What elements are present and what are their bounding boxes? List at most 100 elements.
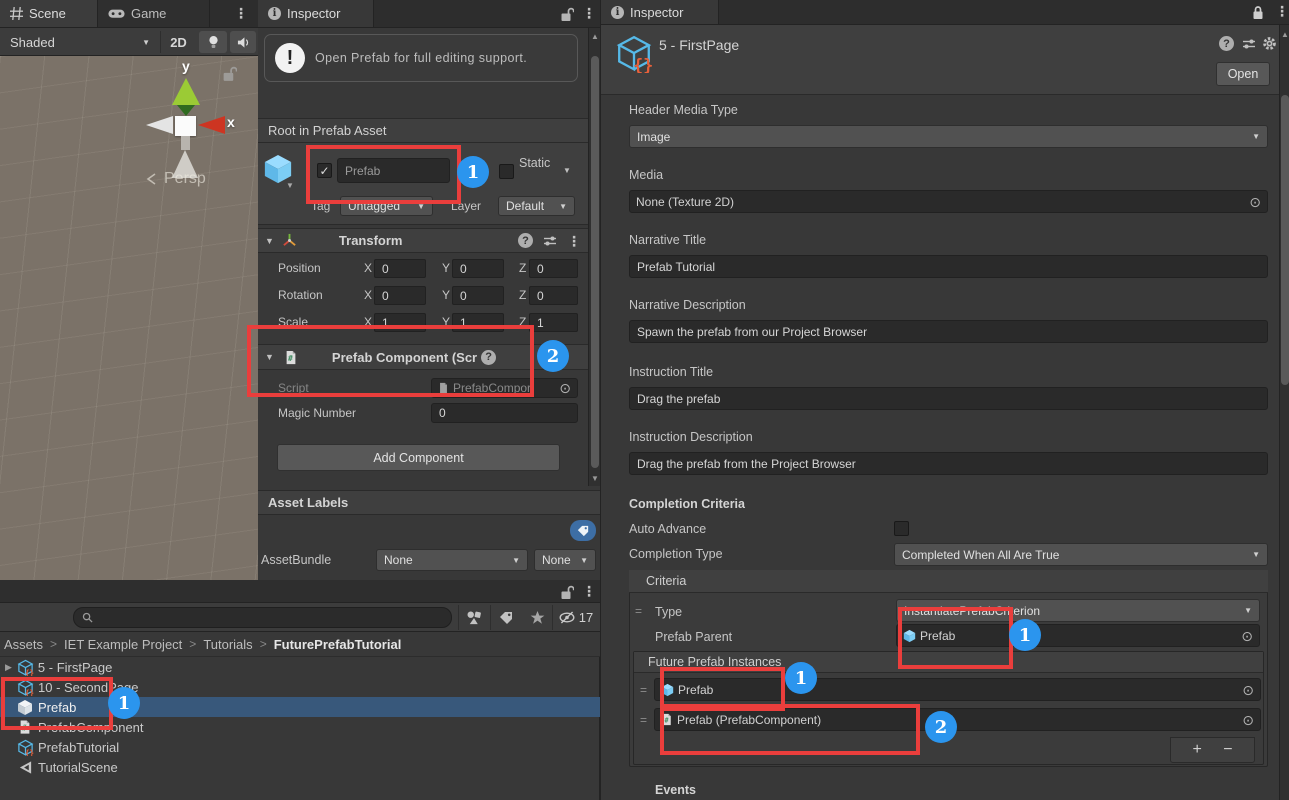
- add-component-button[interactable]: Add Component: [277, 444, 560, 471]
- presets-icon[interactable]: [1242, 37, 1256, 51]
- transform-header[interactable]: ▼ Transform ? ⋮: [258, 228, 590, 253]
- foldout-closed-icon[interactable]: ▶: [5, 662, 12, 673]
- completion-type-dropdown[interactable]: Completed When All Are True ▼: [894, 543, 1268, 566]
- presets-icon[interactable]: [543, 234, 557, 248]
- object-picker-icon[interactable]: ⊙: [1242, 713, 1254, 727]
- scroll-up-icon[interactable]: ▲: [1280, 30, 1289, 39]
- header-media-type-dropdown[interactable]: Image ▼: [629, 125, 1268, 148]
- tab-inspector-prefab[interactable]: i Inspector: [258, 0, 374, 27]
- scene-audio-button[interactable]: [230, 31, 256, 53]
- scale-y-field[interactable]: [452, 313, 504, 332]
- gear-icon[interactable]: [1262, 36, 1277, 51]
- instance-object-field-2[interactable]: # Prefab (PrefabComponent) ⊙: [654, 708, 1261, 731]
- drag-handle[interactable]: =: [635, 604, 642, 618]
- scroll-up-icon[interactable]: ▲: [590, 32, 600, 41]
- help-icon[interactable]: ?: [481, 350, 496, 365]
- tab-scene[interactable]: Scene: [0, 0, 98, 27]
- list-item-prefab-tutorial[interactable]: {} PrefabTutorial: [0, 737, 600, 757]
- inspector-scrollbar[interactable]: ▲: [1279, 25, 1289, 800]
- unlocked-icon[interactable]: [560, 585, 574, 600]
- list-item-prefab[interactable]: Prefab: [0, 697, 600, 717]
- foldout-open-icon[interactable]: ▼: [265, 236, 274, 246]
- auto-advance-checkbox[interactable]: [894, 521, 909, 536]
- list-item-prefab-component[interactable]: # PrefabComponent: [0, 717, 600, 737]
- scrollbar-thumb[interactable]: [591, 56, 599, 468]
- magic-number-field[interactable]: [431, 403, 578, 423]
- instance-object-field-1[interactable]: Prefab ⊙: [654, 678, 1261, 701]
- breadcrumb-assets[interactable]: Assets: [4, 637, 43, 652]
- rotation-y-field[interactable]: [452, 286, 504, 305]
- search-by-type-button[interactable]: [458, 605, 488, 630]
- breadcrumb-futureprefabtutorial[interactable]: FuturePrefabTutorial: [274, 637, 402, 652]
- foldout-open-icon[interactable]: ▼: [265, 352, 274, 362]
- scrollbar-thumb[interactable]: [1281, 95, 1289, 385]
- scene-menu-kebab[interactable]: ⋮: [234, 6, 248, 20]
- open-button[interactable]: Open: [1216, 62, 1270, 86]
- icon-chevron-down[interactable]: ▼: [286, 181, 294, 190]
- hidden-count-button[interactable]: 17: [552, 605, 598, 630]
- help-icon[interactable]: ?: [1219, 36, 1234, 51]
- move-gizmo[interactable]: y x: [140, 56, 250, 226]
- favorites-button[interactable]: [522, 605, 552, 630]
- label-tag-button[interactable]: [570, 520, 596, 541]
- tab-inspector-page[interactable]: i Inspector: [601, 0, 719, 24]
- narrative-description-field[interactable]: [629, 320, 1268, 343]
- drag-handle[interactable]: =: [640, 713, 647, 727]
- narrative-title-field[interactable]: [629, 255, 1268, 278]
- object-picker-icon[interactable]: ⊙: [1242, 683, 1254, 697]
- projection-indicator[interactable]: Persp: [146, 170, 206, 188]
- breadcrumb-tutorials[interactable]: Tutorials: [203, 637, 252, 652]
- narrative-description-label: Narrative Description: [629, 298, 746, 312]
- rotation-z-field[interactable]: [529, 286, 578, 305]
- breadcrumb-iet-example-project[interactable]: IET Example Project: [64, 637, 182, 652]
- inspector-scrollbar[interactable]: ▲ ▼: [588, 28, 600, 486]
- scroll-down-icon[interactable]: ▼: [590, 474, 600, 483]
- drag-handle[interactable]: =: [640, 683, 647, 697]
- add-item-button[interactable]: +: [1192, 741, 1201, 759]
- search-field[interactable]: [73, 607, 452, 628]
- list-item-second-page[interactable]: {} 10 - SecondPage: [0, 677, 600, 697]
- scale-z-field[interactable]: [529, 313, 578, 332]
- tab-game[interactable]: Game: [98, 0, 210, 27]
- inspector-menu-kebab[interactable]: ⋮: [582, 6, 596, 20]
- position-x-field[interactable]: [374, 259, 426, 278]
- help-icon[interactable]: ?: [518, 233, 533, 248]
- static-checkbox[interactable]: [499, 164, 514, 179]
- toggle-2d-button[interactable]: 2D: [160, 31, 196, 53]
- scene-viewport[interactable]: y x Persp: [0, 56, 258, 580]
- gameobject-name-field[interactable]: [337, 158, 450, 183]
- instruction-title-field[interactable]: [629, 387, 1268, 410]
- list-item-first-page[interactable]: ▶ {} 5 - FirstPage: [0, 657, 600, 677]
- prefab-parent-object-field[interactable]: Prefab ⊙: [896, 624, 1260, 647]
- tag-dropdown[interactable]: Untagged ▼: [340, 196, 433, 216]
- position-z-field[interactable]: [529, 259, 578, 278]
- list-item-tutorial-scene[interactable]: TutorialScene: [0, 757, 600, 777]
- object-picker-icon[interactable]: ⊙: [1249, 195, 1261, 209]
- criterion-type-dropdown[interactable]: InstantiatePrefabCriterion ▼: [896, 599, 1260, 622]
- layer-dropdown[interactable]: Default ▼: [498, 196, 575, 216]
- assetbundle-dropdown[interactable]: None ▼: [376, 549, 528, 571]
- locked-icon[interactable]: [1251, 5, 1265, 20]
- scene-lighting-button[interactable]: [199, 31, 227, 53]
- instruction-description-field[interactable]: [629, 452, 1268, 475]
- object-picker-icon[interactable]: ⊙: [1241, 629, 1253, 643]
- rotation-x-field[interactable]: [374, 286, 426, 305]
- object-picker-icon[interactable]: ⊙: [559, 381, 571, 395]
- static-dropdown-arrow[interactable]: ▼: [563, 166, 571, 175]
- shading-mode-dropdown[interactable]: Shaded ▼: [4, 32, 156, 52]
- prefab-help-text: Open Prefab for full editing support.: [315, 51, 527, 65]
- media-object-field[interactable]: None (Texture 2D) ⊙: [629, 190, 1268, 213]
- transform-menu-kebab[interactable]: ⋮: [567, 234, 581, 248]
- remove-item-button[interactable]: −: [1223, 741, 1232, 759]
- unlocked-icon[interactable]: [560, 7, 574, 22]
- assetbundle-variant-dropdown[interactable]: None ▼: [534, 549, 596, 571]
- script-object-field[interactable]: PrefabCompor ⊙: [431, 378, 578, 398]
- inspector-menu-kebab[interactable]: ⋮: [1275, 4, 1289, 18]
- transform-row-rotation: Rotation X Y Z: [258, 286, 590, 305]
- scale-x-field[interactable]: [374, 313, 426, 332]
- search-by-label-button[interactable]: [490, 605, 520, 630]
- search-input[interactable]: [99, 610, 423, 626]
- position-y-field[interactable]: [452, 259, 504, 278]
- project-menu-kebab[interactable]: ⋮: [582, 584, 596, 598]
- active-checkbox[interactable]: ✓: [317, 163, 332, 178]
